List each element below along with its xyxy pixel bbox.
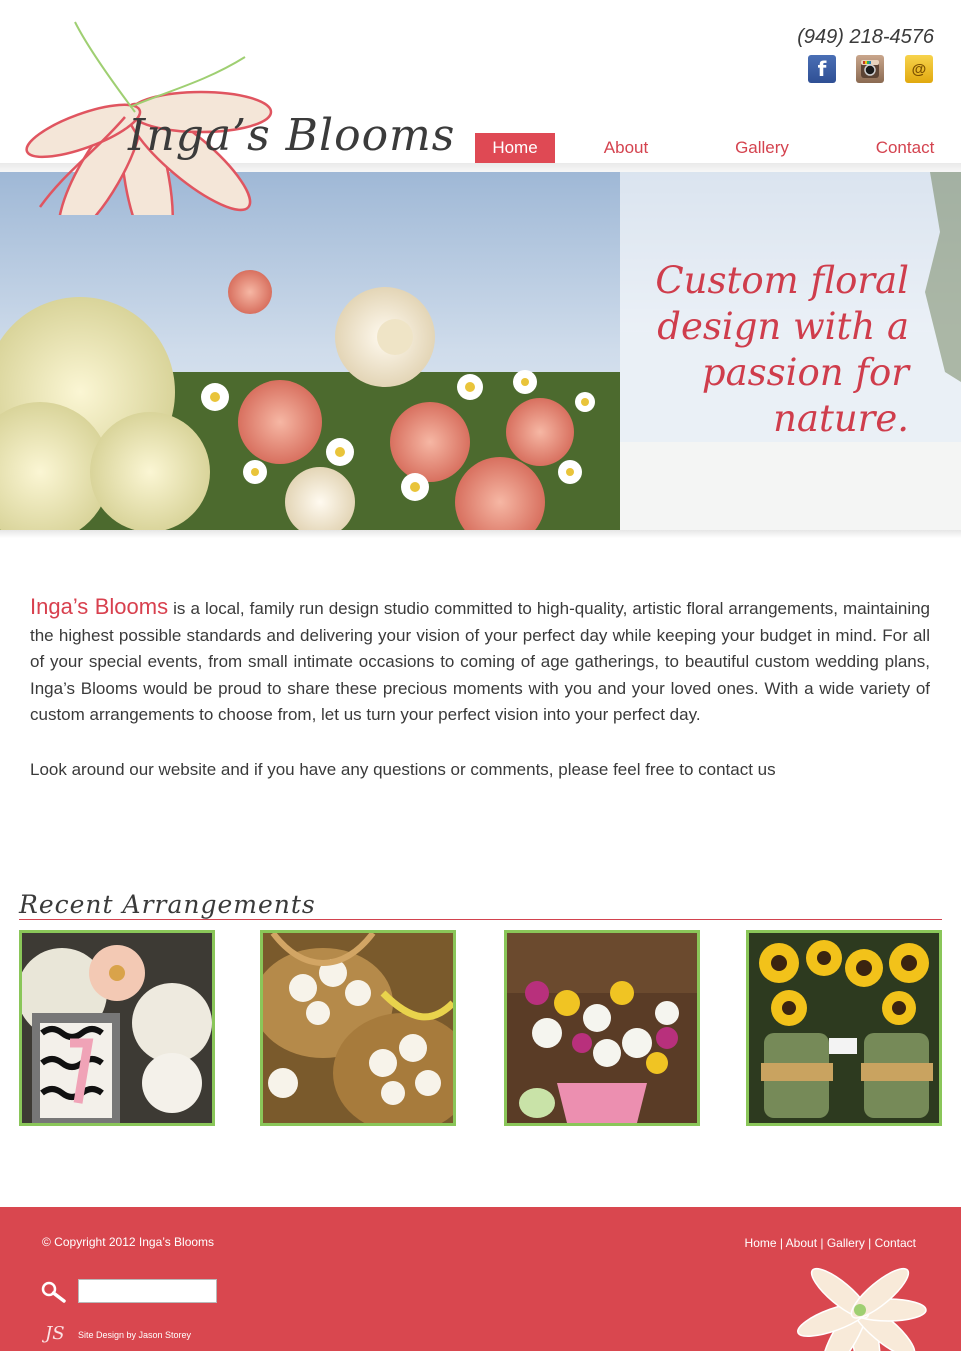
arrangement-photo: [507, 933, 697, 1123]
search-input[interactable]: [78, 1279, 217, 1303]
arrangement-thumb-3[interactable]: [504, 930, 700, 1126]
arrangement-thumb-1[interactable]: [19, 930, 215, 1126]
intro-brand: Inga’s Blooms: [30, 594, 169, 619]
hero-divider: [0, 530, 961, 538]
intro-paragraph: Inga’s Blooms is a local, family run des…: [30, 594, 930, 729]
footer-link-contact[interactable]: Contact: [875, 1236, 916, 1250]
footer-link-gallery[interactable]: Gallery: [827, 1236, 865, 1250]
arrangement-thumb-4[interactable]: [746, 930, 942, 1126]
email-icon[interactable]: @: [905, 55, 933, 83]
nav-home[interactable]: Home: [475, 133, 555, 163]
phone-number[interactable]: (949) 218-4576: [797, 26, 934, 49]
instagram-icon[interactable]: [856, 55, 884, 83]
copyright-text: © Copyright 2012 Inga’s Blooms: [42, 1235, 215, 1249]
footer-flower-icon: [797, 1267, 927, 1351]
arrangement-photo: [263, 933, 453, 1123]
hero-tagline: Custom floral design with a passion for …: [609, 258, 909, 442]
tagline-line: design with a: [657, 305, 909, 348]
recent-divider: [19, 919, 942, 920]
arrangement-thumb-2[interactable]: [260, 930, 456, 1126]
designer-credit[interactable]: Site Design by Jason Storey: [78, 1330, 191, 1340]
recent-arrangements-heading: Recent Arrangements: [19, 890, 316, 919]
camera-icon: [861, 60, 879, 78]
tagline-line: Custom floral: [655, 259, 909, 302]
footer-link-home[interactable]: Home: [745, 1236, 777, 1250]
facebook-icon[interactable]: f: [808, 55, 836, 83]
nav-contact[interactable]: Contact: [862, 133, 948, 163]
tagline-line: nature.: [773, 397, 909, 440]
logo-flower-icon[interactable]: [0, 0, 300, 215]
footer-nav: Home | About | Gallery | Contact: [744, 1236, 916, 1250]
nav-about[interactable]: About: [585, 133, 667, 163]
nav-gallery[interactable]: Gallery: [720, 133, 804, 163]
search-icon[interactable]: [40, 1280, 68, 1304]
footer-link-about[interactable]: About: [786, 1236, 817, 1250]
intro-closing: Look around our website and if you have …: [30, 760, 776, 779]
brand-name[interactable]: Inga’s Blooms: [128, 110, 455, 161]
tagline-line: passion for: [701, 351, 909, 394]
designer-logo: JS: [45, 1323, 65, 1344]
arrangement-photo: [749, 933, 939, 1123]
arrangement-photo: [22, 933, 212, 1123]
